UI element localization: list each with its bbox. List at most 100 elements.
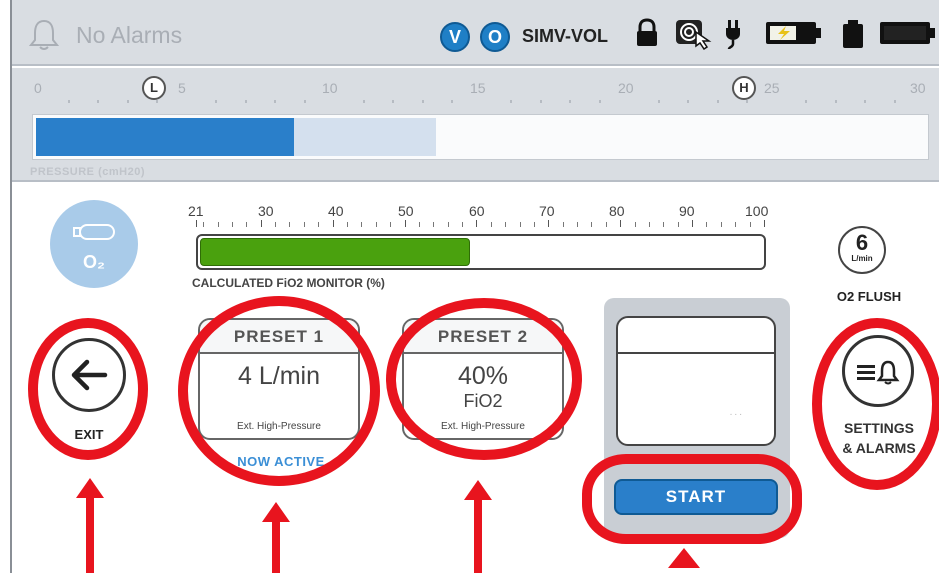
pressure-tick: 0 (34, 80, 42, 96)
flush-rate-value: 6 (855, 230, 869, 255)
fio2-minor-tick (218, 222, 219, 227)
fio2-tick: 100 (745, 203, 769, 219)
battery-full-icon (878, 18, 938, 53)
fio2-minor-tick (232, 222, 233, 227)
pressure-tick-dot (67, 100, 70, 103)
plug-icon (724, 18, 742, 55)
fio2-minor-tick (721, 222, 722, 227)
pressure-tick-dot (657, 100, 660, 103)
pressure-tick-dot (834, 100, 837, 103)
annotation-arrow-start (668, 548, 700, 568)
fio2-minor-tick (376, 222, 377, 227)
battery-charging-icon (764, 18, 824, 53)
fio2-major-tick (261, 220, 262, 227)
lock-icon[interactable] (634, 18, 660, 53)
touch-icon[interactable] (674, 18, 714, 55)
fio2-minor-tick (563, 222, 564, 227)
o2-flush-label: O2 FLUSH (836, 289, 902, 304)
pressure-tick-dot (451, 100, 453, 103)
fio2-minor-tick (390, 222, 391, 227)
annotation-arrow-settings (936, 400, 939, 408)
pressure-tick-dot (126, 100, 129, 103)
pressure-tick-dot (746, 100, 748, 103)
fio2-minor-tick (591, 222, 592, 227)
pressure-tick-dot (156, 100, 158, 103)
pressure-tick: 25 (764, 80, 780, 96)
custom-setting-header (618, 318, 774, 354)
ventilator-screen: No Alarms V O SIMV-VOL 0 5 10 15 20 25 3… (10, 0, 939, 573)
fio2-major-tick (692, 220, 693, 227)
mode-o-badge: O (480, 22, 510, 52)
fio2-minor-tick (750, 222, 751, 227)
mode-v-badge: V (440, 22, 470, 52)
alarm-status-text: No Alarms (76, 22, 183, 48)
bell-icon[interactable] (28, 18, 60, 57)
flush-rate-unit: L/min (851, 254, 873, 263)
fio2-major-tick (764, 220, 765, 227)
pressure-tick-dot (97, 100, 99, 103)
fio2-minor-tick (534, 222, 535, 227)
o2-flush-button[interactable]: 6 L/min (838, 226, 886, 274)
pressure-tick-dot (687, 100, 689, 103)
battery-icon (840, 18, 866, 55)
fio2-minor-tick (663, 222, 664, 227)
fio2-minor-tick (203, 222, 204, 227)
o2-symbol: O₂ (83, 252, 105, 272)
fio2-minor-tick (491, 222, 492, 227)
annotation-oval-preset-2 (386, 298, 582, 460)
pressure-tick-dot (539, 100, 542, 103)
pressure-tick-dot (362, 100, 365, 103)
pressure-tick-dot (274, 100, 276, 103)
fio2-minor-tick (520, 222, 521, 227)
pressure-tick-dot (716, 100, 719, 103)
o2-source-indicator: O₂ (50, 200, 138, 288)
annotation-oval-exit (28, 318, 148, 460)
fio2-tick: 40 (328, 203, 344, 219)
custom-setting-dots: ... (729, 407, 744, 418)
fio2-minor-tick (347, 222, 348, 227)
annotation-arrow-exit (76, 478, 104, 573)
pressure-tick-dot (421, 100, 424, 103)
fio2-minor-tick (706, 222, 707, 227)
pressure-tick-dot (510, 100, 512, 103)
fio2-minor-tick (505, 222, 506, 227)
pressure-tick: 10 (322, 80, 338, 96)
fio2-minor-tick (289, 222, 290, 227)
fio2-minor-tick (318, 222, 319, 227)
fio2-monitor-label: CALCULATED FiO2 MONITOR (%) (192, 276, 385, 290)
annotation-oval-settings (812, 318, 939, 490)
fio2-major-tick (405, 220, 406, 227)
pressure-tick-dot (598, 100, 601, 103)
fio2-minor-tick (275, 222, 276, 227)
fio2-minor-tick (678, 222, 679, 227)
pressure-tick-dot (303, 100, 306, 103)
fio2-tick: 90 (679, 203, 695, 219)
fio2-minor-tick (462, 222, 463, 227)
fio2-minor-tick (361, 222, 362, 227)
pressure-label: PRESSURE (cmH20) (30, 166, 145, 178)
fio2-fill (200, 238, 470, 266)
low-limit-marker[interactable]: L (142, 76, 166, 100)
annotation-oval-start (582, 454, 802, 544)
fio2-tick: 30 (258, 203, 274, 219)
pressure-current-fill (36, 118, 294, 156)
pressure-tick-dot (864, 100, 866, 103)
fio2-major-tick (333, 220, 334, 227)
fio2-tick: 21 (188, 203, 204, 219)
status-bar: No Alarms V O SIMV-VOL (12, 0, 939, 66)
custom-setting-box[interactable]: ... (616, 316, 776, 446)
o2-cylinder-icon (73, 224, 115, 240)
fio2-major-tick (476, 220, 477, 227)
fio2-tick: 50 (398, 203, 414, 219)
fio2-minor-tick (419, 222, 420, 227)
fio2-minor-tick (606, 222, 607, 227)
ventilation-mode-label: SIMV-VOL (522, 26, 609, 46)
annotation-oval-preset-1 (178, 296, 380, 486)
fio2-major-tick (548, 220, 549, 227)
fio2-tick: 60 (469, 203, 485, 219)
fio2-tick: 70 (539, 203, 555, 219)
fio2-major-tick (620, 220, 621, 227)
pressure-tick-dot (215, 100, 217, 103)
high-limit-marker[interactable]: H (732, 76, 756, 100)
pressure-tick-dot (805, 100, 807, 103)
